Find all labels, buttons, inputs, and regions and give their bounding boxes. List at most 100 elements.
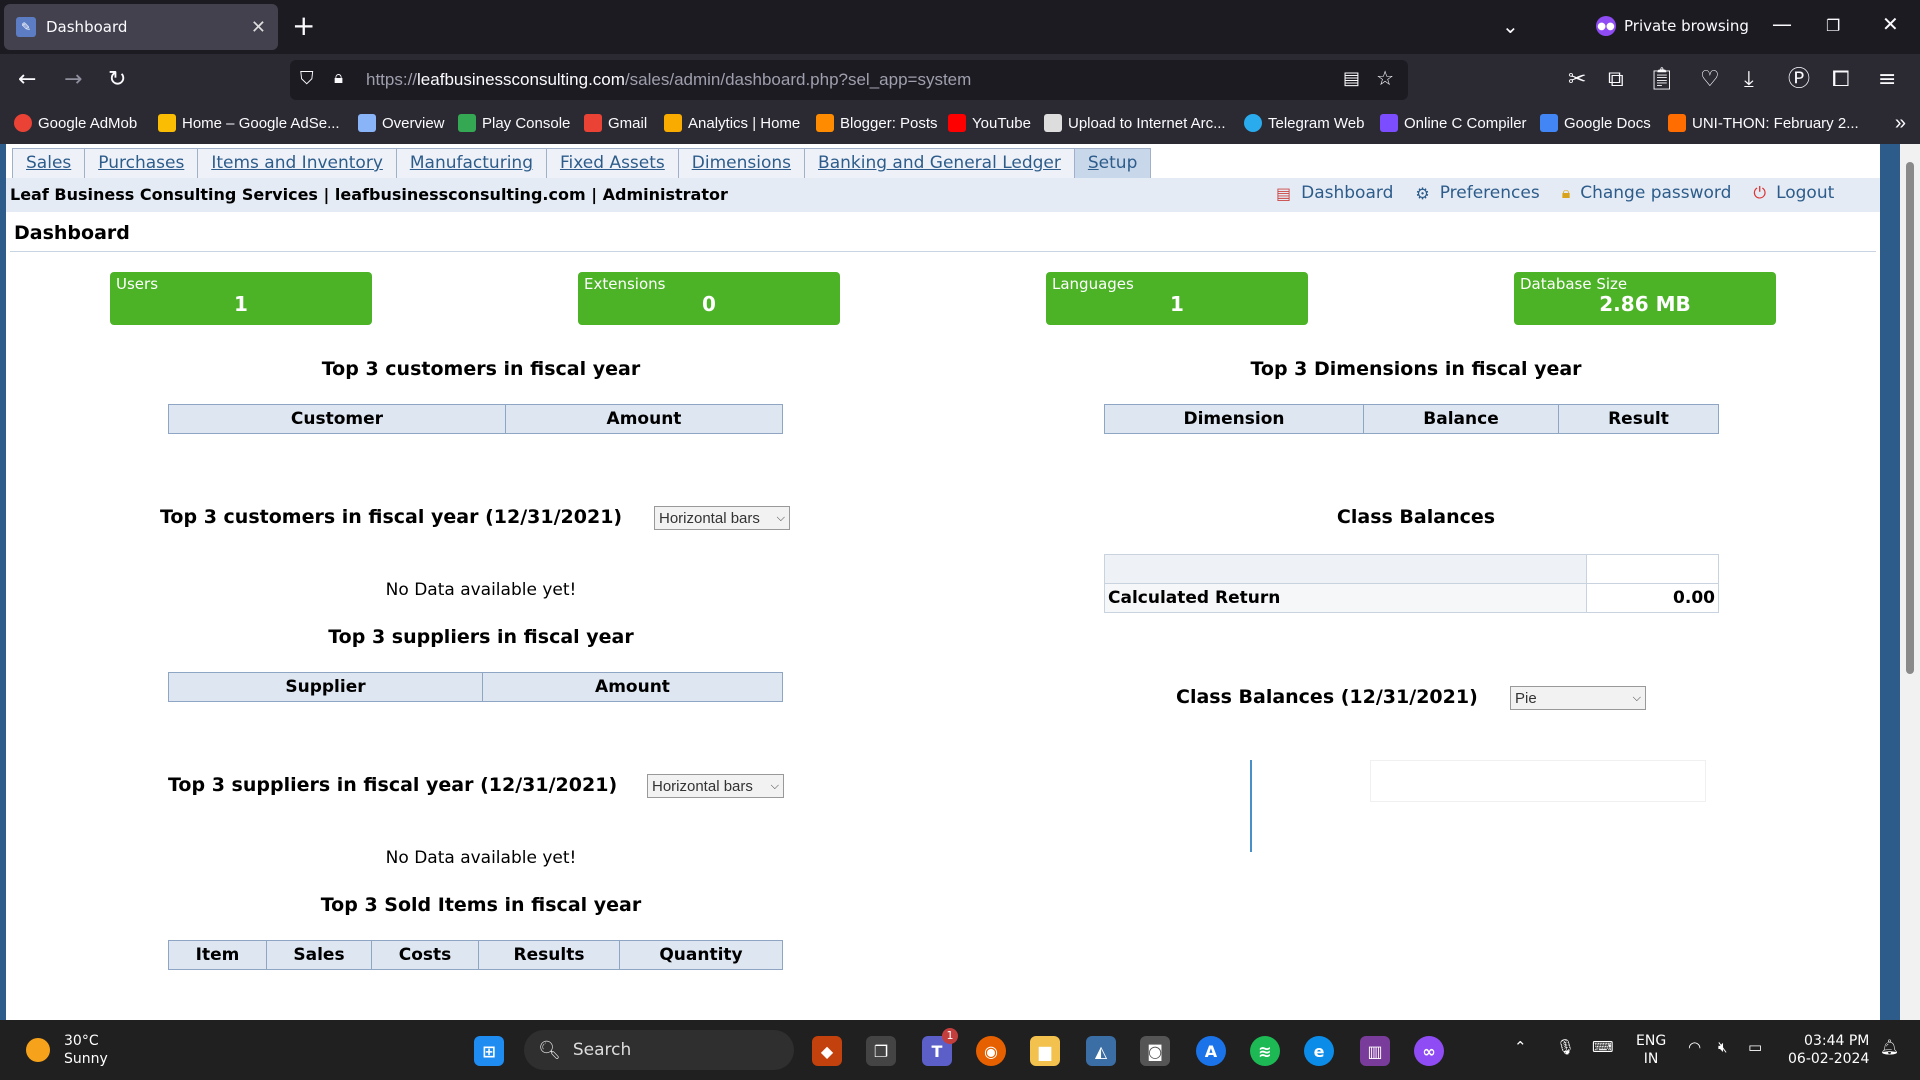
firefox-icon[interactable]: ◉ <box>976 1036 1006 1066</box>
bookmark-item[interactable]: Gmail <box>584 114 647 132</box>
bookmark-item[interactable]: Home – Google AdSe... <box>158 114 340 132</box>
scrollbar-thumb[interactable] <box>1906 162 1914 674</box>
logout-link[interactable]: ⏻ Logout <box>1753 183 1834 203</box>
menu-tab-fixed-assets[interactable]: Fixed Assets <box>545 148 679 178</box>
windows-taskbar: 30°C Sunny ⊞ 🔍︎ Search ◆ ❐ T 1 ◉ ▆ ◭ ◙ A… <box>0 1020 1920 1080</box>
menu-tab-dimensions[interactable]: Dimensions <box>677 148 806 178</box>
page-scrollbar[interactable] <box>1900 144 1920 1020</box>
bookmark-item[interactable]: Upload to Internet Arc... <box>1044 114 1226 132</box>
windows-start-icon[interactable]: ⊞ <box>474 1036 504 1066</box>
class-balances-title: Class Balances <box>1336 506 1496 528</box>
sun-icon <box>26 1038 50 1062</box>
lock-icon[interactable]: 🔒︎ <box>334 68 343 88</box>
bookmark-item[interactable]: Google AdMob <box>14 114 137 132</box>
weather-widget[interactable]: 30°C Sunny <box>26 1032 108 1068</box>
menu-tab-manufacturing[interactable]: Manufacturing <box>395 148 547 178</box>
menu-tab-setup[interactable]: Setup <box>1073 148 1152 178</box>
menu-tab-purchases[interactable]: Purchases <box>84 148 199 178</box>
bookmark-item[interactable]: Analytics | Home <box>664 114 800 132</box>
taskbar-search-box[interactable]: 🔍︎ Search <box>524 1030 794 1070</box>
dashboard-link[interactable]: ▤ Dashboard <box>1276 183 1393 203</box>
new-tab-button[interactable]: + <box>292 12 315 40</box>
class-balances-chart-type-select[interactable]: Pie ⌵ <box>1510 686 1646 710</box>
system-clock[interactable]: 03:44 PM 06-02-2024 <box>1788 1032 1869 1068</box>
show-hidden-icons-chevron-icon[interactable]: ⌃ <box>1514 1038 1527 1056</box>
extensions-icon[interactable]: ⧠ <box>1832 68 1850 92</box>
title-divider <box>10 251 1876 252</box>
online-c-compiler-icon <box>1380 114 1398 132</box>
minimize-window-button[interactable]: — <box>1772 12 1792 36</box>
top-suppliers-title: Top 3 suppliers in fiscal year <box>328 626 634 648</box>
balance-column-header: Balance <box>1363 404 1559 434</box>
menu-tab-banking-gl[interactable]: Banking and General Ledger <box>804 148 1075 178</box>
close-tab-icon[interactable]: ✕ <box>251 17 266 38</box>
list-all-tabs-chevron-icon[interactable]: ⌄ <box>1502 14 1519 38</box>
pocket-icon[interactable]: ♡ <box>1700 68 1720 92</box>
google-docs-icon <box>1540 114 1558 132</box>
amount-column-header: Amount <box>482 672 783 702</box>
file-explorer-icon[interactable]: ▆ <box>1030 1036 1060 1066</box>
keyboard-icon[interactable]: ⌨ <box>1592 1038 1614 1056</box>
profile-icon[interactable]: Ⓟ <box>1788 68 1810 92</box>
bookmark-item[interactable]: Online C Compiler <box>1380 114 1527 132</box>
customers-chart-type-select[interactable]: Horizontal bars ⌵ <box>654 506 790 530</box>
customers-no-data-message: No Data available yet! <box>385 580 577 600</box>
photos-icon[interactable]: ◭ <box>1086 1036 1116 1066</box>
address-bar[interactable]: ⛉ 🔒︎ https://leafbusinessconsulting.com/… <box>290 60 1408 100</box>
menu-tab-sales[interactable]: Sales <box>12 148 86 178</box>
top-dimensions-table: Dimension Balance Result <box>1104 404 1719 434</box>
battery-icon[interactable]: ▭ <box>1748 1038 1762 1056</box>
bookmark-item[interactable]: Google Docs <box>1540 114 1651 132</box>
copy-icon[interactable]: ⧉ <box>1608 68 1624 92</box>
edge-icon[interactable]: e <box>1304 1036 1334 1066</box>
bookmark-item[interactable]: Blogger: Posts <box>816 114 938 132</box>
input-language-indicator[interactable]: ENG IN <box>1636 1032 1666 1068</box>
camera-icon[interactable]: ◙ <box>1140 1036 1170 1066</box>
winrar-icon[interactable]: ▥ <box>1360 1036 1390 1066</box>
downloads-icon[interactable]: ⤓ <box>1744 68 1754 92</box>
wifi-icon[interactable]: ◠ <box>1688 1038 1701 1056</box>
tracking-protection-shield-icon[interactable]: ⛉ <box>300 68 314 89</box>
browser-tab-dashboard[interactable]: ✎ Dashboard ✕ <box>4 4 278 50</box>
extensions-stat-box: Extensions 0 <box>578 272 840 325</box>
page-favicon-icon: ✎ <box>16 17 36 37</box>
back-arrow-icon[interactable]: ← <box>18 68 36 92</box>
url-text[interactable]: https://leafbusinessconsulting.com/sales… <box>366 70 971 90</box>
reload-icon[interactable]: ↻ <box>108 68 126 92</box>
menu-tab-items-inventory[interactable]: Items and Inventory <box>197 148 397 178</box>
microphone-icon[interactable]: 🎙︎ <box>1556 1038 1575 1056</box>
calculated-return-value: 0.00 <box>1586 583 1719 613</box>
top-customers-chart-title: Top 3 customers in fiscal year (12/31/20… <box>160 506 623 528</box>
menu-hamburger-icon[interactable]: ≡ <box>1878 68 1896 92</box>
clipboard-icon[interactable]: 📋︎ <box>1648 68 1676 92</box>
copilot-icon[interactable]: ◆ <box>812 1036 842 1066</box>
admob-icon <box>14 114 32 132</box>
bookmark-item[interactable]: Overview <box>358 114 445 132</box>
spotify-icon[interactable]: ≋ <box>1250 1036 1280 1066</box>
notification-bell-icon[interactable]: 🔔︎ <box>1880 1038 1899 1056</box>
preferences-link[interactable]: ⚙ Preferences <box>1415 183 1539 203</box>
company-line: Leaf Business Consulting Services | leaf… <box>10 185 728 204</box>
bookmark-item[interactable]: Play Console <box>458 114 570 132</box>
bookmark-item[interactable]: UNI-THON: February 2... <box>1668 114 1859 132</box>
page-title: Dashboard <box>14 222 130 244</box>
cut-icon[interactable]: ✂ <box>1568 68 1586 92</box>
suppliers-no-data-message: No Data available yet! <box>385 848 577 868</box>
firefox-private-icon[interactable]: ∞ <box>1414 1036 1444 1066</box>
top-suppliers-table: Supplier Amount <box>168 672 783 702</box>
item-column-header: Item <box>168 940 267 970</box>
more-bookmarks-chevron-icon[interactable]: » <box>1895 112 1906 135</box>
task-view-icon[interactable]: ❐ <box>866 1036 896 1066</box>
app-store-icon[interactable]: A <box>1196 1036 1226 1066</box>
suppliers-chart-type-select[interactable]: Horizontal bars ⌵ <box>647 774 784 798</box>
forward-arrow-icon[interactable]: → <box>64 68 82 92</box>
close-window-button[interactable]: ✕ <box>1882 12 1899 36</box>
change-password-link[interactable]: 🔒︎ Change password <box>1562 183 1732 203</box>
bookmark-item[interactable]: Telegram Web <box>1244 114 1364 132</box>
dashboard-icon: ▤ <box>1276 183 1292 203</box>
restore-window-button[interactable]: ❐ <box>1826 16 1840 35</box>
speaker-muted-icon[interactable]: 🔇︎ <box>1718 1038 1727 1056</box>
reader-view-icon[interactable]: ▤ <box>1343 68 1360 89</box>
bookmark-star-icon[interactable]: ☆ <box>1376 66 1394 90</box>
bookmark-item[interactable]: YouTube <box>948 114 1031 132</box>
